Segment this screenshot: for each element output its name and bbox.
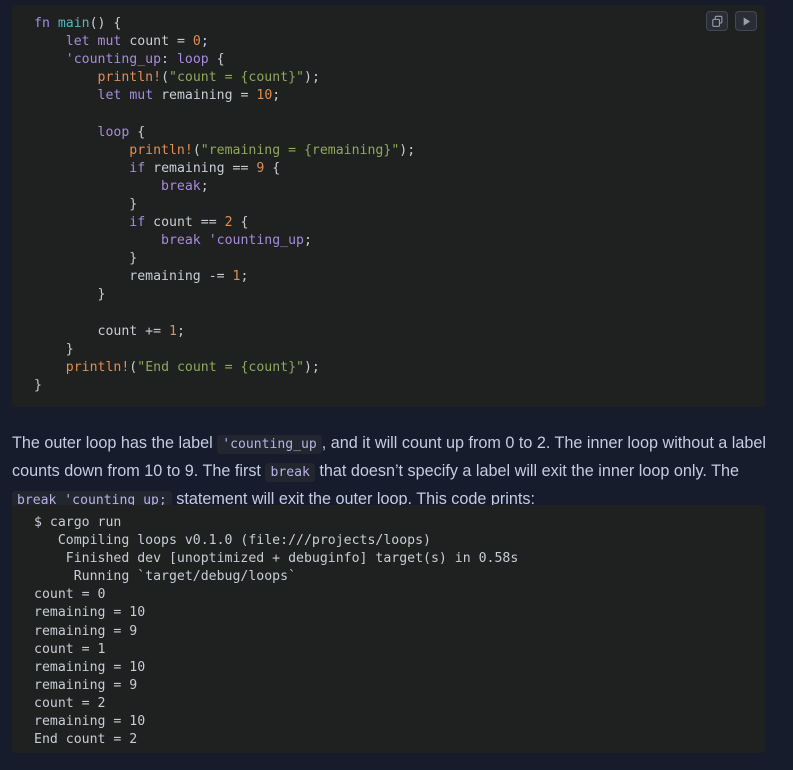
code-token-punc: +=: [137, 323, 169, 339]
code-token-punc: {: [129, 124, 146, 140]
code-token-num: 10: [256, 88, 273, 104]
code-token-punc: }: [34, 377, 42, 393]
code-token-id: count: [153, 215, 193, 231]
code-token-punc: -=: [200, 269, 233, 285]
code-token-str: "End count = {count}": [137, 359, 304, 375]
code-token-punc: [34, 360, 66, 375]
code-token-num: 0: [192, 34, 201, 50]
code-token-macro: println!: [65, 359, 130, 375]
inline-code: 'counting_up: [217, 435, 322, 455]
code-token-punc: [34, 269, 129, 284]
code-token-punc: [34, 161, 129, 176]
code-token-kw: let: [97, 88, 122, 104]
code-token-punc: {: [232, 215, 249, 231]
code-token-punc: {: [264, 160, 281, 176]
code-token-punc: }: [34, 196, 138, 212]
code-token-kw: loop: [176, 52, 209, 68]
code-token-punc: [34, 324, 98, 339]
code-token-num: 1: [169, 323, 177, 339]
code-token-id: remaining: [129, 269, 201, 285]
code-token-punc: [34, 88, 98, 103]
code-token-id: remaining: [161, 88, 233, 104]
code-token-punc: [34, 125, 98, 140]
code-token-punc: }: [34, 341, 74, 357]
terminal-output-block: $ cargo run Compiling loops v0.1.0 (file…: [12, 505, 765, 753]
code-token-punc: ;: [272, 88, 281, 104]
code-block-toolbar: [706, 11, 757, 31]
code-token-punc: (: [161, 70, 170, 86]
code-token-punc: ;: [200, 178, 209, 194]
terminal-output-text[interactable]: $ cargo run Compiling loops v0.1.0 (file…: [12, 514, 765, 749]
code-token-punc: () {: [89, 16, 122, 31]
code-token-punc: [34, 179, 161, 194]
code-token-punc: ;: [200, 34, 209, 50]
play-icon: [740, 15, 753, 28]
page-root: fn main() { let mut count = 0; 'counting…: [0, 0, 793, 770]
code-token-punc: [34, 233, 161, 248]
copy-icon: [711, 15, 724, 28]
code-token-punc: {: [208, 52, 225, 68]
code-token-macro: println!: [129, 142, 193, 158]
code-token-lbl: 'counting_up: [65, 52, 162, 68]
code-token-punc: ==: [192, 215, 225, 231]
code-token-punc: }: [34, 251, 138, 267]
rust-code-block: fn main() { let mut count = 0; 'counting…: [12, 5, 765, 407]
code-token-punc: );: [303, 359, 320, 375]
rust-source-code[interactable]: fn main() { let mut count = 0; 'counting…: [12, 15, 765, 395]
code-token-kw: fn: [34, 16, 50, 31]
code-token-punc: (: [192, 142, 201, 158]
code-token-kw: break: [161, 233, 201, 249]
code-token-punc: [50, 16, 58, 31]
inline-code: break: [265, 463, 315, 483]
code-token-punc: [34, 34, 66, 49]
code-token-kw: if: [129, 215, 146, 231]
code-token-kw: mut: [97, 34, 122, 50]
code-token-id: count: [97, 323, 138, 339]
code-token-num: 2: [224, 215, 233, 231]
code-token-lbl: 'counting_up: [208, 233, 304, 249]
code-token-punc: [145, 161, 153, 176]
code-token-punc: ;: [176, 323, 185, 339]
code-token-str: "count = {count}": [169, 70, 304, 86]
code-token-punc: ;: [303, 233, 312, 249]
code-token-punc: =: [169, 34, 193, 50]
code-token-punc: );: [399, 142, 416, 158]
code-token-punc: :: [161, 52, 177, 68]
code-token-str: "remaining = {remaining}": [200, 142, 400, 158]
code-token-punc: [201, 233, 209, 248]
code-token-punc: );: [304, 70, 320, 86]
code-token-punc: [34, 143, 129, 158]
code-token-fnnm: main: [57, 16, 90, 31]
copy-button[interactable]: [706, 11, 728, 31]
code-token-id: count: [129, 34, 170, 50]
code-token-kw: break: [161, 178, 201, 194]
run-button[interactable]: [735, 11, 757, 31]
code-token-kw: let: [65, 34, 90, 50]
code-token-punc: }: [34, 287, 106, 303]
code-token-punc: =: [232, 88, 257, 104]
code-token-punc: [34, 70, 98, 85]
code-token-punc: [34, 215, 129, 230]
code-token-punc: [153, 88, 161, 103]
explanation-paragraph: The outer loop has the label 'counting_u…: [12, 434, 767, 511]
code-token-punc: [90, 34, 98, 49]
code-token-punc: [34, 52, 66, 67]
code-token-id: remaining: [153, 160, 225, 176]
code-token-kw: loop: [97, 124, 130, 140]
code-token-kw: if: [129, 160, 146, 176]
code-token-kw: mut: [129, 88, 154, 104]
code-token-punc: ;: [240, 269, 249, 285]
code-token-punc: [145, 215, 153, 230]
code-token-macro: println!: [97, 70, 162, 86]
code-token-punc: ==: [224, 160, 257, 176]
